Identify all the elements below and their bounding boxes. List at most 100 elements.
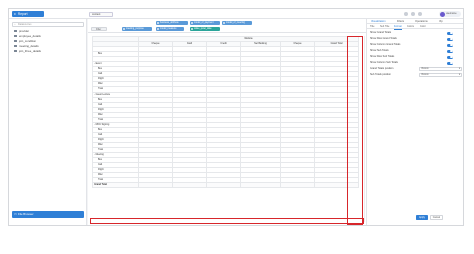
filter-label: Filter <box>96 28 102 31</box>
brand-label: Report <box>17 12 28 16</box>
sidebar-item-label: join_condition <box>19 39 37 43</box>
subtab-subtitle[interactable]: Sub Title <box>380 25 389 29</box>
sidebar-item-employee-details[interactable]: employee_details <box>14 34 41 38</box>
select-value: Bottom <box>421 74 429 76</box>
table-icon <box>14 30 17 32</box>
grand-totals-position-select[interactable]: Bottom ▾ <box>419 67 462 71</box>
tab-context[interactable]: context <box>89 12 113 17</box>
show-row-sub-totals-toggle[interactable] <box>447 55 453 59</box>
tab-operations[interactable]: Operations <box>415 20 428 24</box>
datasource-search-input[interactable]: ⌕ Datasources <box>12 22 84 27</box>
cancel-button[interactable]: Cancel <box>430 215 443 220</box>
field-chip-label: business_attribute <box>160 21 179 24</box>
value-cell <box>280 182 315 189</box>
brand-button[interactable]: ≡ Report <box>12 11 44 17</box>
tab-visualization[interactable]: Visualization <box>371 20 386 24</box>
pivot-body: Bus - Event Bus Cab Flight Misc Train - Guest L… <box>92 46 360 189</box>
apply-button[interactable]: Apply <box>416 215 428 220</box>
grand-total-row-highlight <box>90 217 364 224</box>
field-chip-label: value_quiet_date <box>194 27 212 30</box>
value-cell <box>138 182 173 189</box>
remove-icon[interactable] <box>191 21 193 24</box>
menu-icon[interactable]: ≡ <box>14 11 17 17</box>
panel-subtabs: Title Sub Title Format Colors Color <box>367 24 463 30</box>
search-placeholder: Datasources <box>18 23 32 26</box>
filter-button[interactable]: Filter <box>91 26 107 31</box>
pivot-table: Website Cheque Cash Credit Net Banking C… <box>92 35 360 189</box>
field-chip[interactable]: business_attribute <box>156 20 188 25</box>
select-value: Bottom <box>421 68 429 70</box>
remove-icon[interactable] <box>157 21 159 24</box>
sub-totals-position-select[interactable]: Bottom ▾ <box>419 73 462 77</box>
sidebar-item-label: meeting_details <box>19 44 39 48</box>
subtab-title[interactable]: Title <box>370 25 374 29</box>
show-column-sub-totals-toggle[interactable] <box>447 61 453 65</box>
field-chip[interactable]: value_quiet_date <box>190 26 220 31</box>
show-row-grand-totals-toggle[interactable] <box>447 37 453 41</box>
chevron-down-icon: ▾ <box>458 68 460 70</box>
sidebar-item-join-three-details[interactable]: join_three_details <box>14 49 41 53</box>
top-bar: ≡ Report context username <box>9 9 463 19</box>
remove-icon[interactable] <box>157 27 159 30</box>
remove-icon[interactable] <box>191 27 193 30</box>
subtab-colors[interactable]: Colors <box>407 25 414 29</box>
app-window: ≡ Report context username ⌕ Datasources … <box>8 8 464 226</box>
subtab-color[interactable]: Color <box>420 25 426 29</box>
table-icon <box>14 50 17 52</box>
option-label: Show Column Grand Totals <box>370 43 401 46</box>
field-chip-label: model_measure <box>160 27 177 30</box>
field-chip-label: model_of_payment <box>194 21 214 24</box>
sidebar-item-label: provider <box>19 29 30 33</box>
user-menu[interactable]: username <box>439 11 461 17</box>
pivot-table-area: Website Cheque Cash Credit Net Banking C… <box>88 33 366 225</box>
vertical-scrollbar[interactable] <box>363 36 365 222</box>
sidebar-item-join-condition[interactable]: join_condition <box>14 39 36 43</box>
grand-total-row: Grand Total <box>92 182 360 189</box>
option-label: Show Row Sub Totals <box>370 55 395 58</box>
table-icon <box>14 35 17 37</box>
show-column-grand-totals-toggle[interactable] <box>447 43 453 47</box>
sidebar-item-label: join_three_details <box>19 49 41 53</box>
sidebar-item-label: employee_details <box>19 34 41 38</box>
subtab-format[interactable]: Format <box>394 25 402 30</box>
file-browser-button[interactable]: ▭ File Browser <box>12 211 84 218</box>
sidebar-item-provider[interactable]: provider <box>14 29 29 33</box>
value-cell <box>206 182 241 189</box>
field-chip-label: meeting_purpose <box>126 27 144 30</box>
avatar <box>439 11 445 17</box>
grand-total-cell <box>313 182 360 189</box>
value-cell <box>172 182 207 189</box>
row-label: Grand Total <box>92 182 139 189</box>
settings-icon[interactable] <box>418 12 422 16</box>
option-label: Show Column Sub Totals <box>370 61 398 64</box>
option-label: Show Sub Totals <box>370 49 389 52</box>
sidebar-item-meeting-details[interactable]: meeting_details <box>14 44 39 48</box>
option-label: Show Grand Totals <box>370 31 392 34</box>
table-icon <box>14 40 17 42</box>
notification-icon[interactable] <box>411 12 415 16</box>
field-bar: business_attribute model_of_payment mode… <box>88 19 366 33</box>
field-chip[interactable]: model_measure <box>156 26 184 31</box>
show-sub-totals-toggle[interactable] <box>447 49 453 53</box>
option-label: Sub Totals position <box>370 73 391 76</box>
chevron-down-icon: ▾ <box>458 74 460 76</box>
tab-filters[interactable]: Filters <box>397 20 404 24</box>
show-grand-totals-toggle[interactable] <box>447 31 453 35</box>
field-chip-label: model_of_meeting <box>226 21 245 24</box>
field-chip[interactable]: model_of_meeting <box>222 20 252 25</box>
value-cell <box>240 182 281 189</box>
file-browser-label: File Browser <box>18 212 34 216</box>
field-chip[interactable]: meeting_purpose <box>122 26 152 31</box>
user-name: username <box>446 12 457 15</box>
sidebar: ⌕ Datasources provider employee_details … <box>9 19 87 225</box>
remove-icon[interactable] <box>223 21 225 24</box>
folder-icon: ▭ <box>14 212 17 216</box>
remove-icon[interactable] <box>123 27 125 30</box>
settings-panel: Visualization Filters Operations Vip Tit… <box>366 19 463 225</box>
help-icon[interactable] <box>404 12 408 16</box>
tab-vip[interactable]: Vip <box>439 20 443 24</box>
search-icon: ⌕ <box>14 23 16 26</box>
option-label: Show Row Grand Totals <box>370 37 397 40</box>
field-chip[interactable]: model_of_payment <box>190 20 220 25</box>
table-icon <box>14 45 17 47</box>
